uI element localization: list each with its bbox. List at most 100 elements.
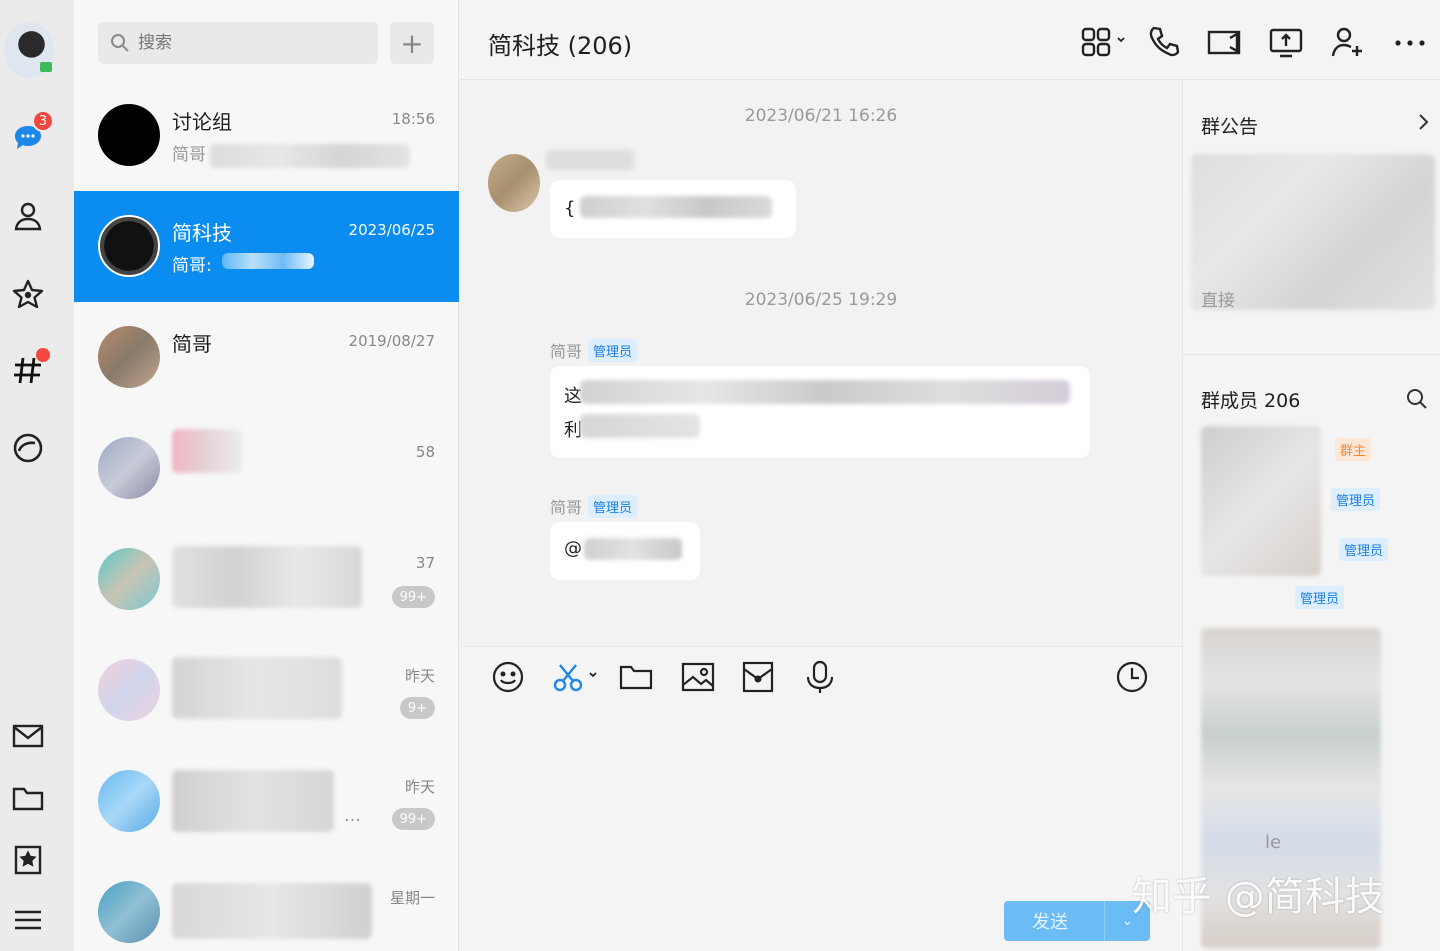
group-info-panel: 群公告 直接 群成员 206 群主 管理员 管理员 管理员 le <box>1182 80 1440 951</box>
sender-avatar[interactable] <box>488 154 540 212</box>
conversation-avatar <box>98 326 160 388</box>
conversation-avatar <box>98 104 160 166</box>
chat-header: 简科技 (206) <box>460 0 1440 80</box>
unread-count-badge: 99+ <box>391 808 435 830</box>
unread-badge: 3 <box>32 110 54 132</box>
message-bubble[interactable]: @ <box>550 522 700 580</box>
menu-button[interactable] <box>6 898 50 942</box>
person-icon <box>14 202 42 231</box>
video-call-button[interactable] <box>1206 24 1242 60</box>
conversation-item-active[interactable]: 简科技 简哥: 2023/06/25 <box>74 191 459 302</box>
conversation-item[interactable]: 37 99+ <box>74 524 459 635</box>
moments-nav-button[interactable] <box>6 426 50 470</box>
conversation-avatar <box>98 659 160 721</box>
red-packet-button[interactable] <box>740 659 776 695</box>
conversation-preview: 简哥: <box>172 256 212 276</box>
admin-tag: 管理员 <box>588 338 638 362</box>
conversation-name: 讨论组 <box>172 110 232 134</box>
microphone-icon <box>806 660 834 693</box>
search-icon[interactable] <box>1406 388 1428 410</box>
conversation-preview: … <box>344 806 361 826</box>
conversation-item[interactable]: 讨论组 简哥 18:56 <box>74 80 459 191</box>
more-options-button[interactable] <box>1392 24 1428 60</box>
conversation-time: 2023/06/25 <box>348 221 435 239</box>
video-camera-icon <box>1207 30 1241 55</box>
watermark: 知乎 @简科技 <box>1132 874 1385 920</box>
search-input[interactable] <box>138 33 358 53</box>
conversation-item[interactable]: 58 <box>74 413 459 524</box>
bookmarks-nav-button[interactable] <box>6 838 50 882</box>
apps-button[interactable] <box>1080 24 1132 60</box>
group-members-title: 群成员 206 <box>1201 390 1301 412</box>
send-file-button[interactable] <box>618 659 654 695</box>
conversation-time: 2019/08/27 <box>348 332 435 350</box>
favorites-nav-button[interactable] <box>6 272 50 316</box>
blurred-text <box>584 538 682 560</box>
contacts-nav-button[interactable] <box>6 194 50 238</box>
screenshot-button[interactable] <box>552 659 604 695</box>
topics-nav-button[interactable] <box>6 348 50 392</box>
sender-name: 简哥 <box>550 342 583 361</box>
files-nav-button[interactable] <box>6 776 50 820</box>
chevron-right-icon[interactable] <box>1416 112 1432 132</box>
chat-nav-button[interactable]: 3 <box>6 110 54 160</box>
mail-nav-button[interactable] <box>6 714 50 758</box>
message-bubble[interactable]: { <box>550 180 796 238</box>
conversation-list: + 讨论组 简哥 18:56 简科技 简哥: 2023/06/25 简哥 201… <box>74 0 459 951</box>
nav-rail: 3 <box>0 0 74 951</box>
unread-count-badge: 99+ <box>391 586 435 608</box>
send-image-button[interactable] <box>680 659 716 695</box>
smiley-icon <box>492 661 524 693</box>
group-notice-title[interactable]: 群公告 <box>1201 112 1258 139</box>
message-input-area: 发送 ⌄ <box>460 646 1182 951</box>
screen-share-icon <box>1269 28 1303 58</box>
search-icon <box>111 34 129 52</box>
user-avatar[interactable] <box>4 22 54 78</box>
conversation-avatar <box>98 215 160 277</box>
blurred-name <box>172 770 334 832</box>
blurred-name <box>172 883 372 939</box>
blurred-text <box>580 196 772 218</box>
admin-tag: 管理员 <box>1331 488 1381 511</box>
conversation-avatar <box>98 437 160 499</box>
conversation-time: 58 <box>415 443 435 461</box>
conversation-item[interactable]: 星期一 <box>74 857 459 951</box>
message-sender: 简哥 管理员 <box>550 338 638 362</box>
conversation-avatar <box>98 770 160 832</box>
message-text: { <box>564 198 576 219</box>
admin-tag: 管理员 <box>1339 538 1389 561</box>
star-icon <box>12 279 44 309</box>
conversation-item[interactable]: … 昨天 99+ <box>74 746 459 857</box>
conversation-avatar <box>98 548 160 610</box>
conversation-time: 37 <box>415 554 435 572</box>
conversation-item[interactable]: 简哥 2019/08/27 <box>74 302 459 413</box>
screen-share-button[interactable] <box>1268 24 1304 60</box>
history-button[interactable] <box>1114 659 1150 695</box>
envelope-icon <box>742 661 774 693</box>
group-notice-text: 直接 <box>1201 291 1235 311</box>
emoji-button[interactable] <box>490 659 526 695</box>
blurred-name <box>172 657 342 719</box>
scissors-icon <box>553 664 597 692</box>
image-icon <box>681 662 715 692</box>
blurred-members <box>1201 426 1321 576</box>
more-dots-icon <box>1395 40 1425 46</box>
owner-tag: 群主 <box>1335 438 1372 461</box>
message-bubble[interactable]: 这 利 <box>550 366 1090 458</box>
conversation-time: 星期一 <box>389 889 435 907</box>
search-box[interactable] <box>98 22 378 64</box>
add-button[interactable]: + <box>390 22 434 64</box>
voice-message-button[interactable] <box>802 659 838 695</box>
voice-call-button[interactable] <box>1146 24 1182 60</box>
folder-icon <box>619 665 653 690</box>
send-button[interactable]: 发送 ⌄ <box>1004 901 1150 941</box>
conversation-name: 简哥 <box>172 332 212 356</box>
bookmark-star-icon <box>14 845 42 875</box>
blurred-text <box>580 380 1070 404</box>
conversation-item[interactable]: 昨天 9+ <box>74 635 459 746</box>
mail-icon <box>12 724 44 748</box>
blurred-preview <box>210 144 410 168</box>
divider <box>1183 354 1440 355</box>
add-member-button[interactable] <box>1330 24 1366 60</box>
blurred-text <box>580 414 700 438</box>
